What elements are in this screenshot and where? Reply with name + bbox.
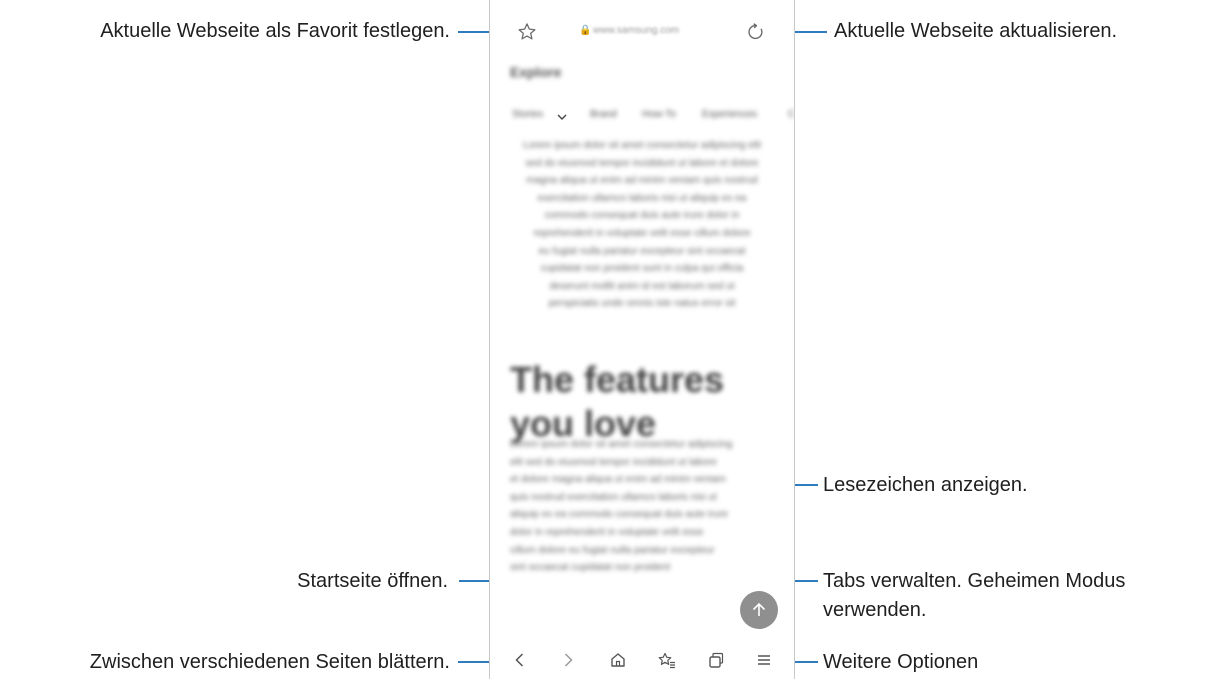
site-tab-stories[interactable]: Stories [512,109,543,120]
article-paragraph-2: Lorem ipsum dolor sit amet consectetur a… [510,436,774,577]
text-line: reprehenderit in voluptate velit esse ci… [533,227,751,239]
scroll-to-top-button[interactable] [740,591,778,629]
address-bar: 🔒 www.samsung.com [490,20,794,46]
browser-screen: 🔒 www.samsung.com Explore Stories Brand … [489,0,795,679]
home-icon[interactable] [608,650,628,670]
text-line: et dolore magna aliqua ut enim ad minim … [510,474,726,486]
callout-bookmarks: Lesezeichen anzeigen. [823,474,1028,496]
text-line: aliquip ex ea commodo consequat duis aut… [510,509,728,521]
text-line: exercitation ullamco laboris nisi ut ali… [537,192,747,204]
text-line: Lorem ipsum dolor sit amet consectetur a… [523,140,761,151]
arrow-up-icon [752,602,766,616]
site-title[interactable]: Explore [510,64,561,80]
callout-favorite: Aktuelle Webseite als Favorit festlegen. [100,20,450,42]
tabs-icon[interactable] [706,650,726,670]
bookmark-list-icon[interactable] [657,650,677,670]
chevron-right-icon[interactable] [558,650,578,670]
callout-refresh: Aktuelle Webseite aktualisieren. [834,20,1118,42]
bottom-toolbar [490,640,794,679]
text-line: magna aliqua ut enim ad minim veniam qui… [526,175,758,187]
chevron-down-icon[interactable] [556,111,568,123]
article-paragraph-1: Lorem ipsum dolor sit amet consectetur a… [510,137,774,313]
callout-tabs-line1: Tabs verwalten. Geheimen Modus [823,570,1126,592]
text-line: dolor in reprehenderit in voluptate veli… [510,526,704,538]
site-tab-experiences[interactable]: Experiences [702,109,757,120]
text-line: perspiciatis unde omnis iste natus error… [548,298,736,310]
text-line: Lorem ipsum dolor sit amet consectetur a… [510,439,733,450]
chevron-left-icon[interactable] [510,650,530,670]
article-headline: The features you love [510,359,725,444]
site-tab-brand[interactable]: Brand [590,109,617,120]
hamburger-menu-icon[interactable] [754,650,774,670]
text-line: quis nostrud exercitation ullamco labori… [510,491,717,503]
site-tab-howto[interactable]: How-To [642,109,676,120]
callout-tabs-line2: verwenden. [823,599,927,621]
site-nav-tabs: Stories Brand How-To Experiences C [512,109,794,129]
lock-icon: 🔒 [579,25,592,36]
text-line: cupidatat non proident sunt in culpa qui… [540,263,744,275]
text-line: deserunt mollit anim id est laborum sed … [549,280,735,292]
text-line: eu fugiat nulla pariatur excepteur sint … [538,245,746,257]
callout-home: Startseite öffnen. [297,570,448,592]
leader-navigate [458,661,493,663]
text-line: commodo consequat duis aute irure dolor … [544,210,740,222]
star-icon[interactable] [516,21,538,43]
text-line: sed do eiusmod tempor incididunt ut labo… [525,157,759,169]
callout-more: Weitere Optionen [823,651,979,673]
callout-navigate: Zwischen verschiedenen Seiten blättern. [89,651,450,673]
site-tab-more[interactable]: C [788,109,794,120]
text-line: elit sed do eiusmod tempor incididunt ut… [510,456,717,468]
reload-icon[interactable] [745,21,767,43]
text-line: cillum dolore eu fugiat nulla pariatur e… [510,544,715,556]
url-text[interactable]: www.samsung.com [593,25,679,36]
text-line: sint occaecat cupidatat non proident [510,562,671,574]
